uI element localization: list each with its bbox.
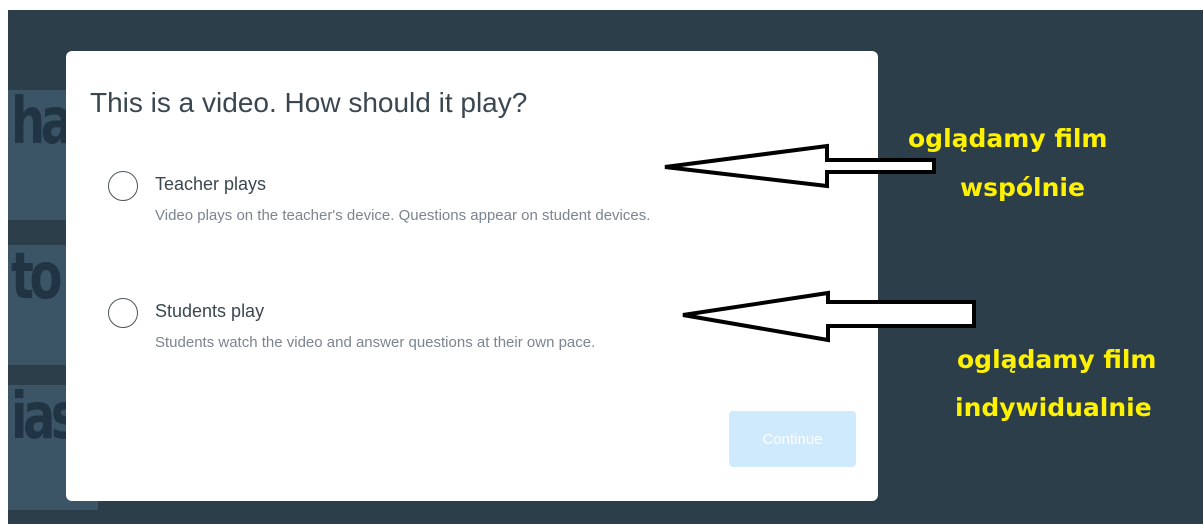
teacher-plays-radio[interactable]	[108, 171, 138, 201]
annotation-students-line2: indywidualnie	[955, 393, 1152, 422]
students-play-description: Students watch the video and answer ques…	[155, 334, 596, 351]
annotation-teacher-line2: wspólnie	[960, 173, 1085, 202]
video-play-mode-dialog: This is a video. How should it play? Tea…	[66, 51, 878, 501]
teacher-plays-description: Video plays on the teacher's device. Que…	[155, 207, 651, 224]
annotation-students-line1: oglądamy film	[957, 345, 1157, 374]
students-play-radio[interactable]	[108, 298, 138, 328]
dialog-title: This is a video. How should it play?	[90, 87, 528, 118]
students-play-label[interactable]: Students play	[155, 301, 264, 322]
teacher-plays-label[interactable]: Teacher plays	[155, 174, 266, 195]
annotation-teacher-line1: oglądamy film	[908, 124, 1108, 153]
continue-button[interactable]: Continue	[729, 411, 856, 467]
